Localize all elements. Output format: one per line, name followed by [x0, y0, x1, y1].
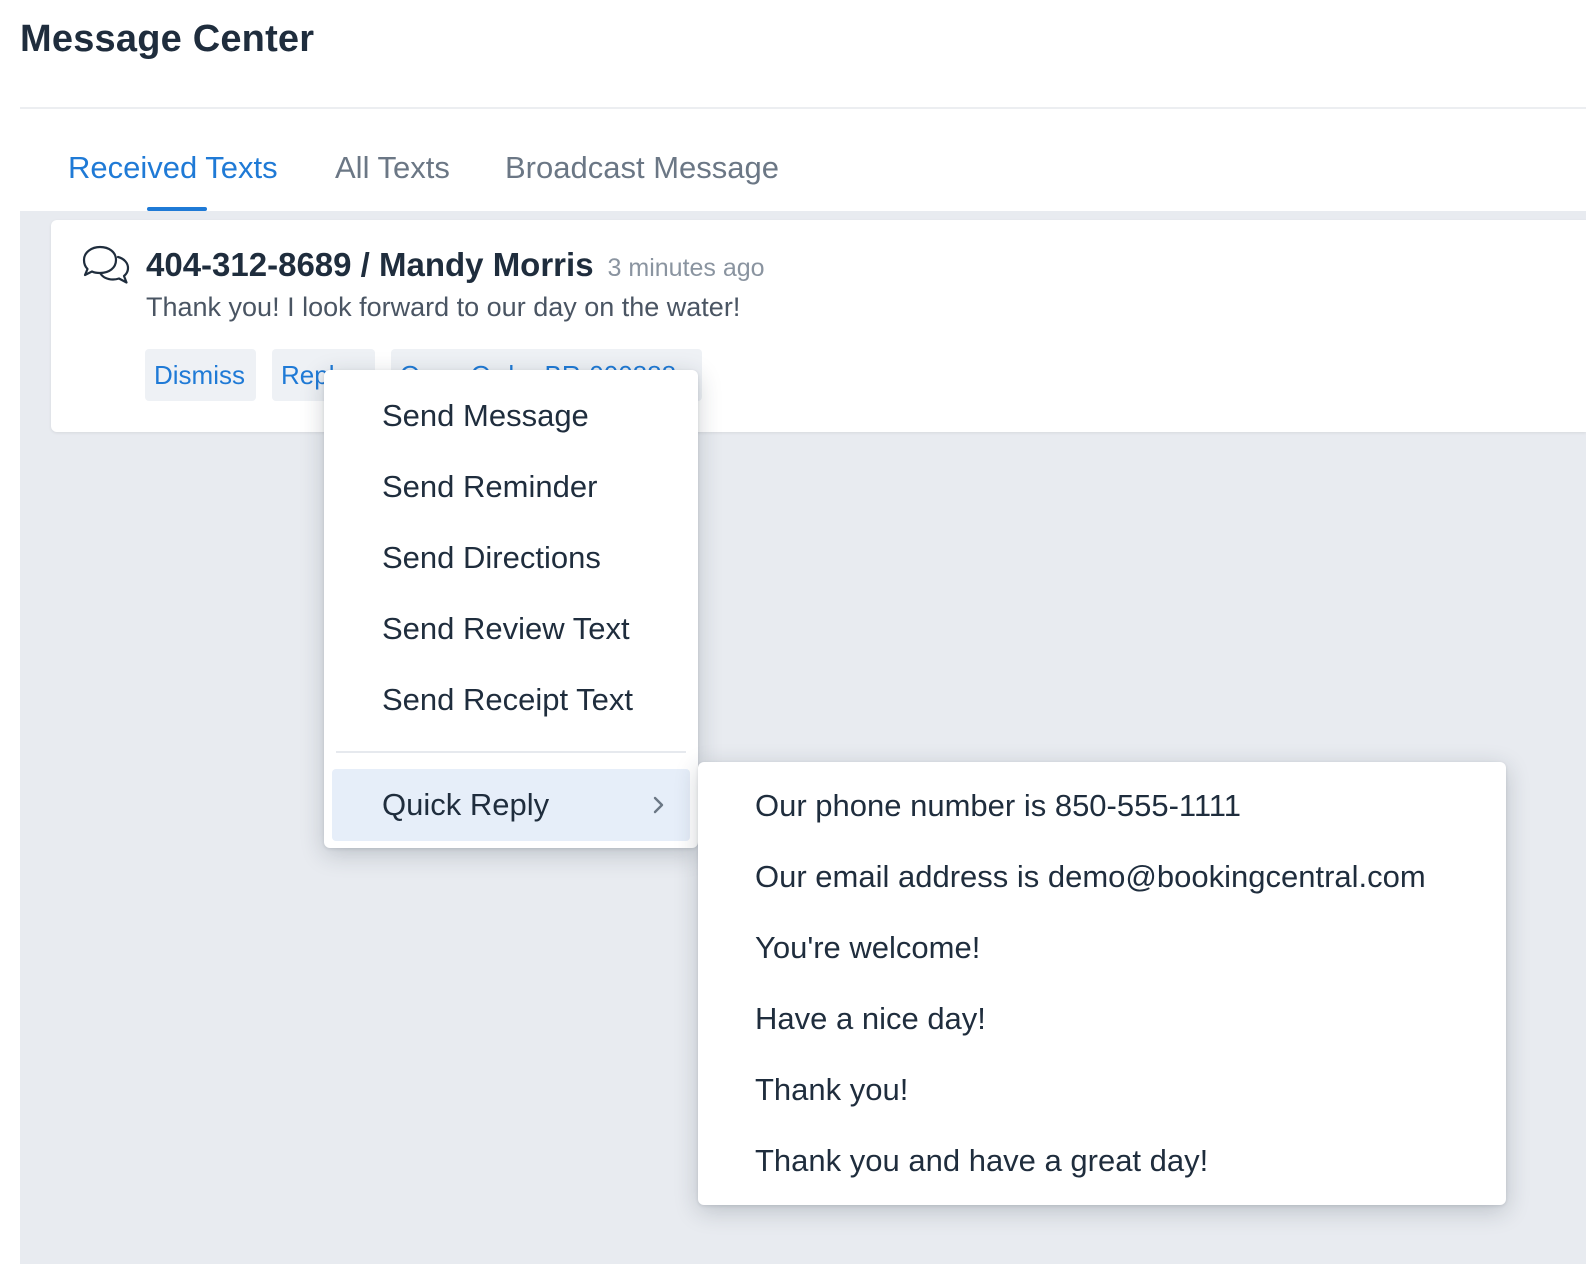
quick-reply-item[interactable]: You're welcome! — [755, 930, 980, 966]
menu-item-send-message[interactable]: Send Message — [382, 398, 589, 434]
title-divider — [20, 107, 1586, 109]
menu-item-send-directions[interactable]: Send Directions — [382, 540, 601, 576]
quick-reply-item[interactable]: Our email address is demo@bookingcentral… — [755, 859, 1426, 895]
page-title: Message Center — [20, 18, 315, 60]
quick-reply-item[interactable]: Thank you and have a great day! — [755, 1143, 1208, 1179]
quick-reply-submenu: Our phone number is 850-555-1111 Our ema… — [698, 762, 1506, 1205]
chat-bubbles-icon — [82, 245, 130, 284]
menu-item-send-review-text[interactable]: Send Review Text — [382, 611, 630, 647]
quick-reply-item[interactable]: Have a nice day! — [755, 1001, 986, 1037]
tab-bar: Received Texts All Texts Broadcast Messa… — [20, 140, 1586, 212]
chevron-right-icon — [653, 796, 664, 814]
message-header: 404-312-8689 / Mandy Morris 3 minutes ago — [146, 246, 765, 284]
quick-reply-item[interactable]: Our phone number is 850-555-1111 — [755, 788, 1241, 824]
message-timestamp: 3 minutes ago — [607, 254, 765, 282]
tab-received-texts[interactable]: Received Texts — [68, 150, 278, 186]
reply-dropdown-menu: Send Message Send Reminder Send Directio… — [324, 370, 698, 848]
tab-broadcast-message[interactable]: Broadcast Message — [505, 150, 779, 186]
message-sender: 404-312-8689 / Mandy Morris — [146, 246, 594, 283]
message-body: Thank you! I look forward to our day on … — [146, 292, 741, 322]
tab-all-texts[interactable]: All Texts — [335, 150, 450, 186]
quick-reply-item[interactable]: Thank you! — [755, 1072, 908, 1108]
dismiss-button[interactable]: Dismiss — [145, 349, 256, 401]
menu-item-send-reminder[interactable]: Send Reminder — [382, 469, 597, 505]
menu-divider — [336, 751, 686, 753]
menu-item-quick-reply[interactable]: Quick Reply — [332, 769, 690, 841]
quick-reply-label: Quick Reply — [382, 787, 550, 822]
menu-item-send-receipt-text[interactable]: Send Receipt Text — [382, 682, 633, 718]
